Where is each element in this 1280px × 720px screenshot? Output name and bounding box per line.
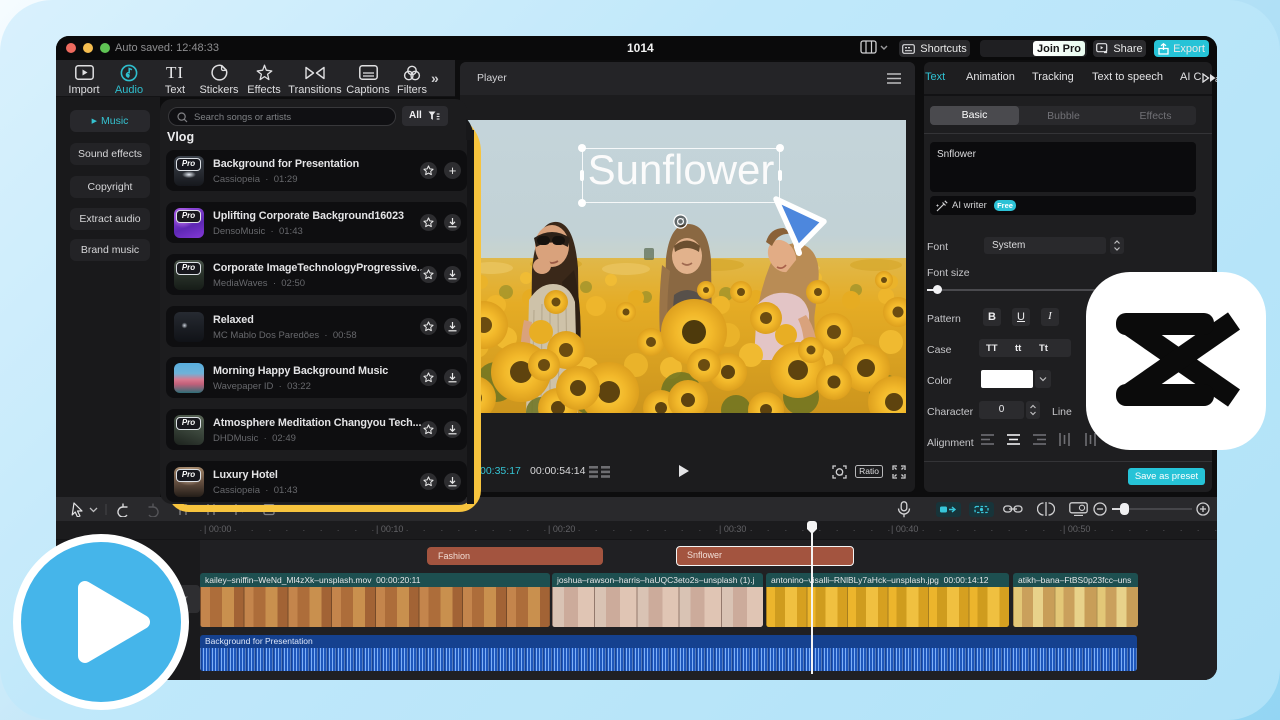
- svg-text:a: a: [1215, 74, 1217, 83]
